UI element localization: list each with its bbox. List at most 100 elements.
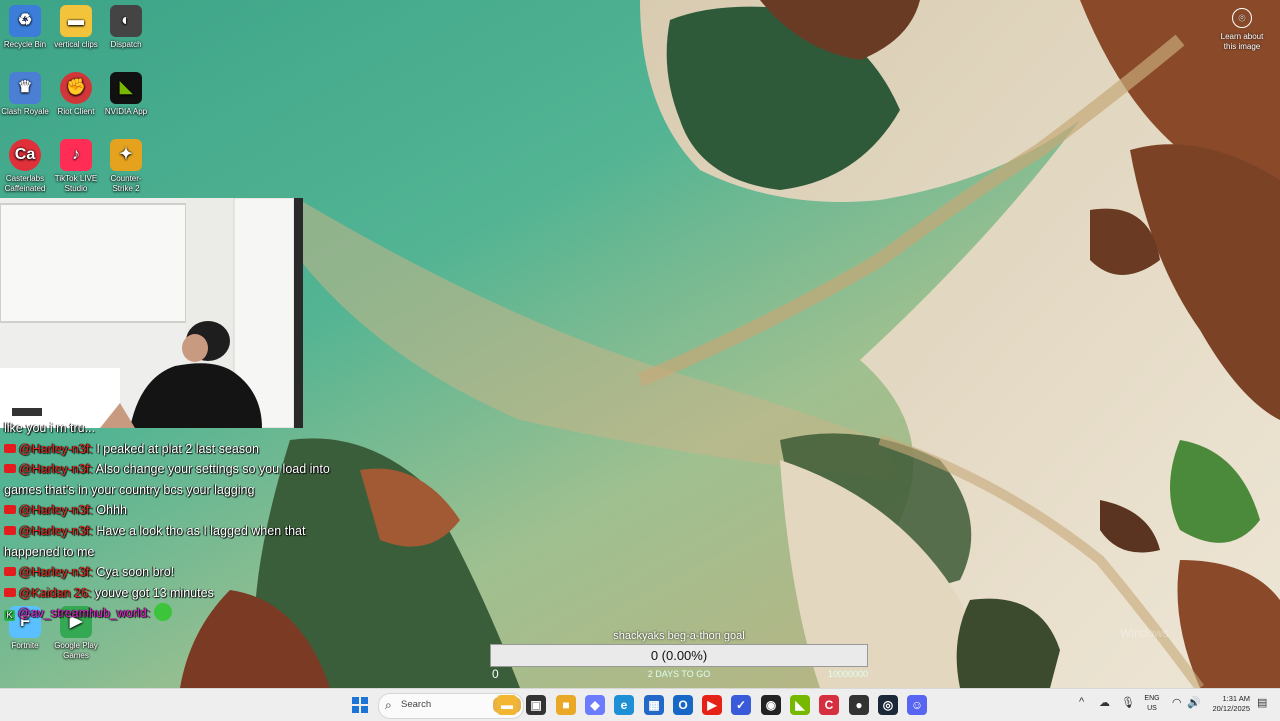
volume-icon[interactable]: 🔊 — [1187, 696, 1201, 709]
nvidia-icon: ◣ — [110, 72, 142, 104]
windows-logo-icon — [361, 697, 368, 704]
casterlabs-icon: Ca — [9, 139, 41, 171]
chat-username: @av_streamhub_world: — [18, 606, 151, 621]
desktop-icon-riot-client[interactable]: ✊ Riot Client — [51, 72, 101, 117]
chat-text: youve got 13 minutes — [94, 585, 214, 600]
desktop-icon-label: NVIDIA App — [104, 107, 148, 116]
tiktok-icon: ♪ — [60, 139, 92, 171]
language-indicator[interactable]: ENG US — [1140, 694, 1164, 714]
chat-text: I peaked at plat 2 last season — [96, 441, 259, 456]
notification-bell-icon[interactable]: ▤ — [1257, 696, 1267, 709]
desktop-icon-label: TikTok LIVE Studio — [54, 174, 98, 193]
goal-progress-bar: 0 (0.00%) — [490, 644, 868, 667]
onedrive-icon[interactable]: ☁ — [1099, 696, 1110, 709]
desktop-icon-label: Google Play Games — [54, 641, 98, 660]
youtube-icon[interactable]: ▶ — [702, 695, 722, 715]
youtube-badge-icon — [4, 567, 16, 577]
copilot-icon[interactable]: ◆ — [585, 695, 605, 715]
store-icon[interactable]: ▦ — [644, 695, 664, 715]
desktop-icon-counter-strike-2[interactable]: ✦ Counter-Strike 2 — [101, 139, 151, 194]
steam-icon[interactable]: ◎ — [878, 695, 898, 715]
chrome-icon[interactable]: ● — [849, 695, 869, 715]
youtube-badge-icon — [4, 587, 16, 597]
chat-text: Ohhh — [96, 503, 127, 518]
search-placeholder: Search — [401, 699, 432, 710]
camera-icon: ⌾ — [1232, 8, 1252, 28]
goal-days-left: 2 DAYS TO GO — [647, 669, 711, 679]
chat-message: @Harley-n3f: Also change your settings s… — [4, 459, 354, 500]
edge-icon[interactable]: e — [614, 695, 634, 715]
windows-logo-icon — [352, 697, 359, 704]
keyboard-layout: US — [1147, 705, 1157, 712]
desktop-icon-label: Casterlabs Caffeinated — [4, 174, 46, 193]
desktop-icon-label: Riot Client — [57, 107, 95, 116]
youtube-badge-icon — [4, 525, 16, 535]
outlook-icon[interactable]: O — [673, 695, 693, 715]
youtube-badge-icon — [4, 505, 16, 515]
wifi-icon[interactable]: ◠ — [1172, 696, 1182, 709]
learn-about-image-button[interactable]: ⌾ Learn about this image — [1214, 8, 1270, 52]
counter-strike-icon: ✦ — [110, 139, 142, 171]
chat-message: @Kaidan 26: youve got 13 minutes — [4, 583, 354, 604]
chat-message: @Harley-n3f: Have a look tho as I lagged… — [4, 521, 354, 562]
desktop-icon-label: Clash Royale — [1, 107, 49, 116]
donation-goal-widget: shackyaks beg-a-thon goal 0 (0.00%) 0 2 … — [490, 628, 868, 681]
chat-username: @Kaidan 26: — [19, 585, 92, 600]
discord-icon[interactable]: ☺ — [907, 695, 927, 715]
stream-chat-overlay: like you i m tru... @Harley-n3f: I peake… — [4, 418, 354, 624]
windows-logo-icon — [361, 706, 368, 713]
desktop-icon-recycle-bin[interactable]: ♻ Recycle Bin — [0, 5, 50, 50]
chat-message-partial: like you i m tru... — [4, 418, 354, 439]
casterlabs-icon[interactable]: C — [819, 695, 839, 715]
nvidia-icon[interactable]: ◣ — [790, 695, 810, 715]
chat-message: @Harley-n3f: I peaked at plat 2 last sea… — [4, 439, 354, 460]
chat-message: @Harley-n3f: Cya soon bro! — [4, 562, 354, 583]
language-code: ENG — [1144, 695, 1160, 702]
webcam-video — [0, 198, 303, 428]
chat-username: @Harley-n3f: — [19, 441, 93, 456]
show-hidden-icons-button[interactable]: ^ — [1079, 696, 1084, 708]
chat-username: @Harley-n3f: — [19, 462, 93, 477]
desktop-icon-label: vertical clips — [54, 40, 98, 49]
folder-icon[interactable]: ■ — [556, 695, 576, 715]
desktop-icon-label: Recycle Bin — [3, 40, 47, 49]
task-view-icon[interactable]: ▣ — [526, 695, 546, 715]
desktop-icon-vertical-clips[interactable]: ▬ vertical clips — [51, 5, 101, 50]
taskbar: ⌕ Search ▬ ▣ ■ ◆ e ▦ O ▶ ✓ ◉ ◣ C ● ◎ ☺ ^ ☁ 🎙 ENG US ◠ … — [0, 688, 1280, 721]
clock-date: 20/12/2025 — [1212, 704, 1250, 713]
desktop-icon-label: Fortnite — [11, 641, 39, 650]
desktop-icon-nvidia-app[interactable]: ◣ NVIDIA App — [101, 72, 151, 117]
clock-time: 1:31 AM — [1222, 694, 1250, 703]
microphone-icon[interactable]: 🎙 — [1121, 696, 1135, 709]
chat-username: @Harley-n3f: — [19, 503, 93, 518]
folder-icon: ▬ — [60, 5, 92, 37]
desktop-icon-label: Dispatch — [110, 40, 142, 49]
obs-icon[interactable]: ◉ — [761, 695, 781, 715]
system-clock[interactable]: 1:31 AM 20/12/2025 — [1200, 694, 1250, 714]
kick-badge-icon: K — [4, 610, 15, 622]
start-button[interactable] — [352, 697, 368, 713]
desktop-icon-tiktok-live-studio[interactable]: ♪ TikTok LIVE Studio — [51, 139, 101, 194]
youtube-badge-icon — [4, 443, 16, 453]
desktop-icon-dispatch[interactable]: ◐ Dispatch — [101, 5, 151, 50]
chat-text: Cya soon bro! — [96, 565, 175, 580]
to-do-icon[interactable]: ✓ — [731, 695, 751, 715]
windows-watermark: Windows — [1120, 626, 1169, 640]
desktop-icon-clash-royale[interactable]: ♛ Clash Royale — [0, 72, 50, 117]
desktop-icon-label: Counter-Strike 2 — [110, 174, 142, 193]
recycle-bin-icon: ♻ — [9, 5, 41, 37]
riot-client-icon: ✊ — [60, 72, 92, 104]
chat-message: K @av_streamhub_world: — [4, 603, 354, 624]
goal-footer: 0 2 DAYS TO GO 10000000 — [490, 667, 868, 681]
dispatch-icon: ◐ — [110, 5, 142, 37]
desktop-icon-casterlabs[interactable]: Ca Casterlabs Caffeinated — [0, 139, 50, 194]
chat-username: @Harley-n3f: — [19, 565, 93, 580]
goal-title: shackyaks beg-a-thon goal — [613, 630, 745, 642]
goal-progress-label: 0 (0.00%) — [650, 648, 708, 663]
chat-text: like you i m tru... — [4, 421, 95, 435]
clash-royale-icon: ♛ — [9, 72, 41, 104]
webcam-overlay — [0, 198, 303, 428]
chat-message: @Harley-n3f: Ohhh — [4, 500, 354, 521]
file-explorer-icon[interactable]: ▬ — [497, 695, 517, 715]
learn-about-image-label: Learn about this image — [1220, 32, 1264, 51]
